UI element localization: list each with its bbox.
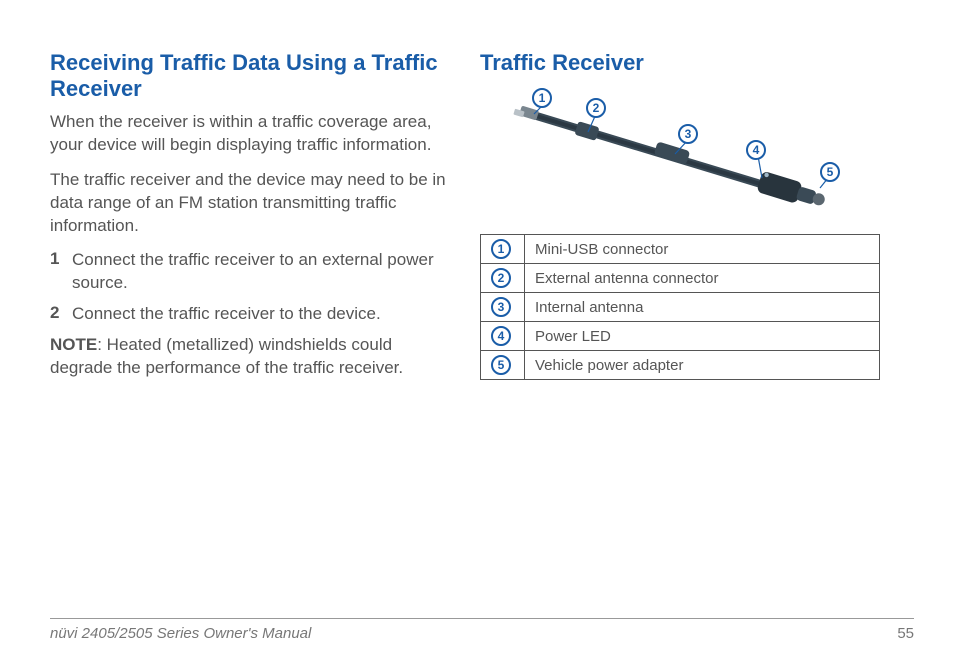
heading-receiving-traffic: Receiving Traffic Data Using a Traffic R… [50,50,450,103]
paragraph-coverage: When the receiver is within a traffic co… [50,111,450,157]
parts-table: 1 Mini-USB connector 2 External antenna … [480,234,880,380]
table-row: 2 External antenna connector [481,264,880,293]
receiver-diagram: 1 2 3 4 5 [480,84,880,214]
table-row: 3 Internal antenna [481,293,880,322]
part-number-icon: 1 [491,239,511,259]
step-text: Connect the traffic receiver to an exter… [72,249,450,295]
step-text: Connect the traffic receiver to the devi… [72,303,381,326]
step-number: 2 [50,303,72,326]
page-content: Receiving Traffic Data Using a Traffic R… [50,50,904,380]
part-label: Power LED [525,322,880,351]
step-1: 1 Connect the traffic receiver to an ext… [50,249,450,295]
part-number-icon: 3 [491,297,511,317]
table-row: 4 Power LED [481,322,880,351]
left-column: Receiving Traffic Data Using a Traffic R… [50,50,450,380]
table-row: 1 Mini-USB connector [481,235,880,264]
heading-traffic-receiver: Traffic Receiver [480,50,880,76]
paragraph-fm-range: The traffic receiver and the device may … [50,169,450,238]
step-number: 1 [50,249,72,295]
part-number-icon: 4 [491,326,511,346]
page-footer: nüvi 2405/2505 Series Owner's Manual 55 [50,618,914,642]
right-column: Traffic Receiver [480,50,880,380]
part-label: Vehicle power adapter [525,351,880,380]
page-number: 55 [897,625,914,642]
note-label: NOTE [50,335,97,354]
part-number-icon: 2 [491,268,511,288]
note-text: : Heated (metallized) windshields could … [50,335,403,377]
part-number-icon: 5 [491,355,511,375]
note-windshield: NOTE: Heated (metallized) windshields co… [50,334,450,380]
part-label: Internal antenna [525,293,880,322]
table-row: 5 Vehicle power adapter [481,351,880,380]
manual-title: nüvi 2405/2505 Series Owner's Manual [50,625,311,642]
part-label: Mini-USB connector [525,235,880,264]
part-label: External antenna connector [525,264,880,293]
step-2: 2 Connect the traffic receiver to the de… [50,303,450,326]
